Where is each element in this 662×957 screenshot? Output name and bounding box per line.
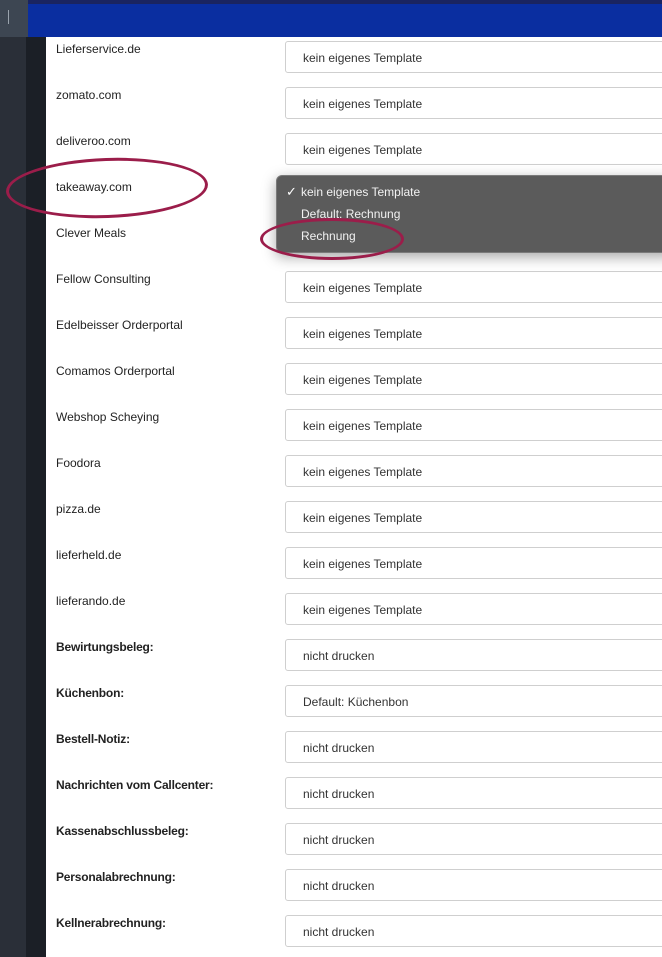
setting-row-lieferando: lieferando.de kein eigenes Template xyxy=(46,589,662,635)
setting-row-kassenabschlussbeleg: Kassenabschlussbeleg: nicht drucken xyxy=(46,819,662,865)
setting-row-edelbeisser: Edelbeisser Orderportal kein eigenes Tem… xyxy=(46,313,662,359)
cursor-mark xyxy=(8,10,9,24)
template-select[interactable]: kein eigenes Template xyxy=(285,317,662,349)
template-select[interactable]: kein eigenes Template xyxy=(285,455,662,487)
setting-label: Webshop Scheying xyxy=(56,410,160,424)
setting-label: Nachrichten vom Callcenter: xyxy=(56,778,214,792)
print-select[interactable]: nicht drucken xyxy=(285,777,662,809)
checkmark-icon: ✓ xyxy=(286,184,297,199)
select-value: kein eigenes Template xyxy=(303,327,423,341)
setting-label: Foodora xyxy=(56,456,101,470)
dropdown-option-label: kein eigenes Template xyxy=(301,185,421,199)
print-select[interactable]: Default: Küchenbon xyxy=(285,685,662,717)
select-value: kein eigenes Template xyxy=(303,511,423,525)
setting-label: zomato.com xyxy=(56,88,122,102)
setting-row-lieferservice: Lieferservice.de kein eigenes Template xyxy=(46,37,662,83)
template-select[interactable]: kein eigenes Template xyxy=(285,87,662,119)
top-bar-main xyxy=(28,4,662,37)
select-value: nicht drucken xyxy=(303,787,375,801)
print-select[interactable]: nicht drucken xyxy=(285,639,662,671)
print-select[interactable]: nicht drucken xyxy=(285,869,662,901)
select-value: kein eigenes Template xyxy=(303,143,423,157)
print-select[interactable]: nicht drucken xyxy=(285,731,662,763)
setting-row-foodora: Foodora kein eigenes Template xyxy=(46,451,662,497)
template-select[interactable]: kein eigenes Template xyxy=(285,593,662,625)
setting-row-lieferheld: lieferheld.de kein eigenes Template xyxy=(46,543,662,589)
select-value: nicht drucken xyxy=(303,833,375,847)
top-bar-left-panel xyxy=(0,0,28,37)
setting-label: Lieferservice.de xyxy=(56,42,141,56)
setting-label: pizza.de xyxy=(56,502,101,516)
setting-label: lieferando.de xyxy=(56,594,126,608)
setting-label: Fellow Consulting xyxy=(56,272,151,286)
select-value: kein eigenes Template xyxy=(303,97,423,111)
setting-row-comamos: Comamos Orderportal kein eigenes Templat… xyxy=(46,359,662,405)
setting-row-fellow-consulting: Fellow Consulting kein eigenes Template xyxy=(46,267,662,313)
setting-row-pizza-de: pizza.de kein eigenes Template xyxy=(46,497,662,543)
setting-label: deliveroo.com xyxy=(56,134,131,148)
select-value: kein eigenes Template xyxy=(303,557,423,571)
setting-row-bestell-notiz: Bestell-Notiz: nicht drucken xyxy=(46,727,662,773)
select-value: nicht drucken xyxy=(303,879,375,893)
select-value: nicht drucken xyxy=(303,925,375,939)
setting-label: Kellnerabrechnung: xyxy=(56,916,166,930)
setting-row-nachrichten-callcenter: Nachrichten vom Callcenter: nicht drucke… xyxy=(46,773,662,819)
template-select[interactable]: kein eigenes Template xyxy=(285,501,662,533)
select-value: Default: Küchenbon xyxy=(303,695,409,709)
template-select[interactable]: kein eigenes Template xyxy=(285,363,662,395)
setting-row-personalabrechnung: Personalabrechnung: nicht drucken xyxy=(46,865,662,911)
select-value: kein eigenes Template xyxy=(303,419,423,433)
select-value: kein eigenes Template xyxy=(303,281,423,295)
setting-label: Bestell-Notiz: xyxy=(56,732,130,746)
select-value: nicht drucken xyxy=(303,649,375,663)
setting-label: lieferheld.de xyxy=(56,548,122,562)
select-value: kein eigenes Template xyxy=(303,603,423,617)
top-bar xyxy=(0,0,662,37)
print-select[interactable]: nicht drucken xyxy=(285,915,662,947)
select-value: kein eigenes Template xyxy=(303,373,423,387)
print-select[interactable]: nicht drucken xyxy=(285,823,662,855)
template-select[interactable]: kein eigenes Template xyxy=(285,409,662,441)
template-select[interactable]: kein eigenes Template xyxy=(285,271,662,303)
setting-label: Clever Meals xyxy=(56,226,127,240)
select-value: kein eigenes Template xyxy=(303,51,423,65)
setting-row-kuechenbon: Küchenbon: Default: Küchenbon xyxy=(46,681,662,727)
setting-label: Küchenbon: xyxy=(56,686,124,700)
setting-label: Comamos Orderportal xyxy=(56,364,175,378)
template-select[interactable]: kein eigenes Template xyxy=(285,547,662,579)
annotation-circle-rechnung xyxy=(260,218,404,260)
setting-label: Bewirtungsbeleg: xyxy=(56,640,154,654)
setting-row-webshop-scheying: Webshop Scheying kein eigenes Template xyxy=(46,405,662,451)
setting-row-zomato: zomato.com kein eigenes Template xyxy=(46,83,662,129)
dropdown-option-kein-eigenes-template[interactable]: ✓ kein eigenes Template xyxy=(277,181,662,203)
template-select[interactable]: kein eigenes Template xyxy=(285,41,662,73)
setting-row-bewirtungsbeleg: Bewirtungsbeleg: nicht drucken xyxy=(46,635,662,681)
setting-row-kellnerabrechnung: Kellnerabrechnung: nicht drucken xyxy=(46,911,662,957)
setting-label: Edelbeisser Orderportal xyxy=(56,318,183,332)
setting-label: Kassenabschlussbeleg: xyxy=(56,824,189,838)
setting-label: Personalabrechnung: xyxy=(56,870,176,884)
template-select[interactable]: kein eigenes Template xyxy=(285,133,662,165)
select-value: kein eigenes Template xyxy=(303,465,423,479)
select-value: nicht drucken xyxy=(303,741,375,755)
